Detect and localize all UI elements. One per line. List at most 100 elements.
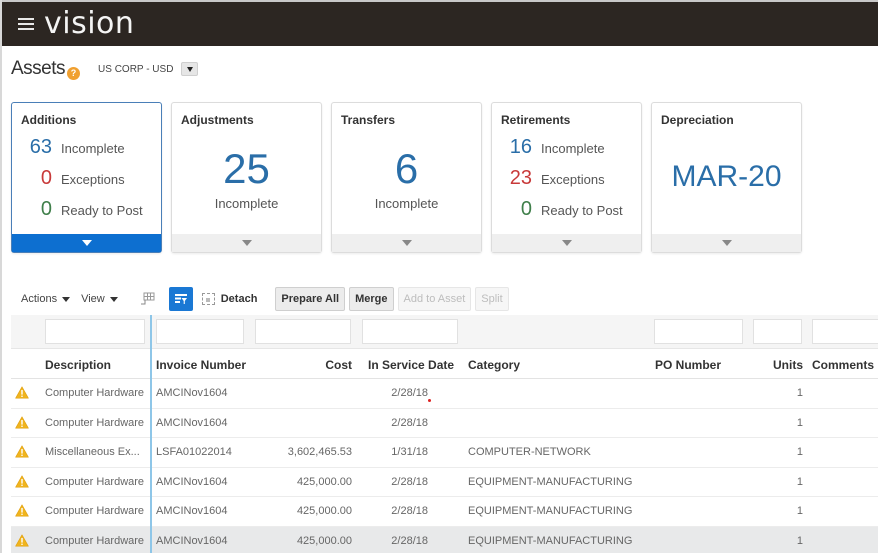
cell-in-service-date: 2/28/18 (391, 534, 428, 547)
column-header-description[interactable]: Description (45, 358, 111, 372)
cell-category: EQUIPMENT-MANUFACTURING (468, 534, 633, 547)
cell-description[interactable]: Computer Hardware (45, 476, 144, 488)
cell-in-service-date: 2/28/18 (391, 387, 428, 399)
warning-icon[interactable] (15, 534, 29, 547)
filter-comments-input[interactable] (812, 319, 878, 344)
actions-menu-label: Actions (21, 293, 58, 305)
cell-description[interactable]: Computer Hardware (45, 505, 144, 517)
help-icon[interactable]: ? (67, 66, 81, 80)
merge-button[interactable]: Merge (349, 287, 394, 311)
metric-value: 0 (40, 198, 52, 220)
cell-invoice-number: LSFA01022014 (156, 446, 232, 458)
tile-depreciation[interactable]: Depreciation MAR-20 (651, 102, 802, 253)
chevron-down-icon (81, 240, 92, 246)
tile-title: Additions (21, 113, 77, 127)
metric-ready-to-post[interactable]: 0 Ready to Post (492, 198, 623, 221)
view-menu[interactable]: View (81, 293, 118, 305)
query-by-example-icon[interactable] (168, 287, 193, 311)
column-header-cost[interactable]: Cost (251, 358, 352, 372)
column-header-invoice[interactable]: Invoice Number (156, 358, 246, 372)
cell-in-service-date: 1/31/18 (391, 446, 428, 458)
filter-cost-input[interactable] (255, 319, 351, 344)
caret-down-icon (62, 296, 71, 302)
actions-menu[interactable]: Actions (21, 293, 71, 305)
table-row[interactable]: Computer Hardware AMCINov1604 425,000.00… (11, 526, 878, 553)
tile-expand-button[interactable] (332, 234, 481, 252)
split-button[interactable]: Split (475, 287, 509, 311)
metric-label: Exceptions (61, 172, 125, 187)
table-row[interactable]: Computer Hardware AMCINov1604 425,000.00… (11, 497, 878, 527)
metric-incomplete[interactable]: 63 Incomplete (12, 136, 125, 159)
tile-retirements[interactable]: Retirements 16 Incomplete 23 Exceptions … (491, 102, 642, 253)
tile-adjustments[interactable]: Adjustments 25 Incomplete (171, 102, 322, 253)
page-header: Assets ? US CORP - USD (11, 58, 199, 80)
cell-description[interactable]: Computer Hardware (45, 387, 144, 399)
cell-units: 1 (796, 416, 803, 429)
cell-invoice-number: AMCINov1604 (156, 505, 228, 517)
tile-expand-button[interactable] (652, 234, 801, 252)
column-header-po-number[interactable]: PO Number (655, 358, 721, 372)
cell-description[interactable]: Miscellaneous Ex... (45, 446, 140, 458)
cell-in-service-date: 2/28/18 (391, 416, 428, 429)
cell-description[interactable]: Computer Hardware (45, 535, 144, 547)
required-indicator (428, 399, 431, 402)
tile-title: Depreciation (661, 113, 734, 127)
freeze-columns-icon[interactable] (139, 292, 155, 306)
warning-icon[interactable] (15, 445, 29, 458)
table-row[interactable]: Miscellaneous Ex... LSFA01022014 3,602,4… (11, 438, 878, 468)
cell-invoice-number: AMCINov1604 (156, 387, 228, 399)
add-to-asset-button[interactable]: Add to Asset (397, 287, 472, 311)
filter-po-input[interactable] (654, 319, 743, 344)
table-body: Computer Hardware AMCINov1604 2/28/18 1 … (11, 379, 878, 553)
warning-icon[interactable] (15, 475, 29, 488)
metric-exceptions[interactable]: 0 Exceptions (12, 167, 125, 190)
metric-value: 63 (29, 136, 52, 158)
prepare-all-button[interactable]: Prepare All (275, 287, 346, 311)
metric-label: Exceptions (541, 172, 605, 187)
brand-logo[interactable]: vision (44, 9, 134, 39)
cell-category: EQUIPMENT-MANUFACTURING (468, 475, 633, 488)
tile-expand-button[interactable] (172, 234, 321, 252)
table-row[interactable]: Computer Hardware AMCINov1604 2/28/18 1 (11, 379, 878, 409)
table-row[interactable]: Computer Hardware AMCINov1604 2/28/18 1 (11, 409, 878, 438)
depreciation-period: MAR-20 (671, 160, 782, 193)
frozen-column-divider[interactable] (150, 315, 152, 553)
ledger-dropdown-button[interactable] (181, 62, 199, 76)
metric-exceptions[interactable]: 23 Exceptions (492, 167, 605, 190)
warning-icon[interactable] (15, 416, 29, 429)
metric-value: 0 (40, 167, 52, 189)
filter-units-input[interactable] (753, 319, 802, 344)
ledger-selector-label: US CORP - USD (98, 63, 174, 75)
filter-description-input[interactable] (45, 319, 145, 344)
cell-in-service-date: 2/28/18 (391, 475, 428, 488)
chevron-down-icon (721, 240, 732, 246)
tile-big-value: 6 (394, 145, 419, 192)
table-toolbar: Actions View Detach Prepare All Merge Ad… (21, 286, 509, 312)
chevron-down-icon (186, 66, 193, 72)
warning-icon[interactable] (15, 386, 29, 399)
metric-incomplete[interactable]: 16 Incomplete (492, 136, 605, 159)
metric-ready-to-post[interactable]: 0 Ready to Post (12, 198, 143, 221)
cell-category: EQUIPMENT-MANUFACTURING (468, 505, 633, 517)
app-frame: vision Assets ? US CORP - USD Additions … (0, 0, 878, 553)
metric-label: Incomplete (541, 141, 605, 156)
warning-icon[interactable] (15, 504, 29, 517)
filter-invoice-input[interactable] (156, 319, 244, 344)
detach-button[interactable]: Detach (201, 293, 257, 305)
column-header-comments[interactable]: Comments (812, 358, 874, 372)
tile-title: Retirements (501, 113, 571, 127)
tile-additions[interactable]: Additions 63 Incomplete 0 Exceptions 0 R… (11, 102, 162, 253)
cell-description[interactable]: Computer Hardware (45, 417, 144, 429)
tile-expand-button[interactable] (12, 234, 161, 252)
table-row[interactable]: Computer Hardware AMCINov1604 425,000.00… (11, 468, 878, 497)
column-header-in-service-date[interactable]: In Service Date (368, 358, 454, 372)
tile-expand-button[interactable] (492, 234, 641, 252)
view-menu-label: View (81, 293, 105, 305)
hamburger-menu-icon[interactable] (18, 18, 34, 30)
tile-transfers[interactable]: Transfers 6 Incomplete (331, 102, 482, 253)
chevron-down-icon (401, 240, 412, 246)
column-header-units[interactable]: Units (753, 358, 803, 372)
column-header-category[interactable]: Category (468, 358, 520, 372)
table-header: Description Invoice Number Cost In Servi… (11, 349, 878, 379)
filter-date-input[interactable] (362, 319, 458, 344)
